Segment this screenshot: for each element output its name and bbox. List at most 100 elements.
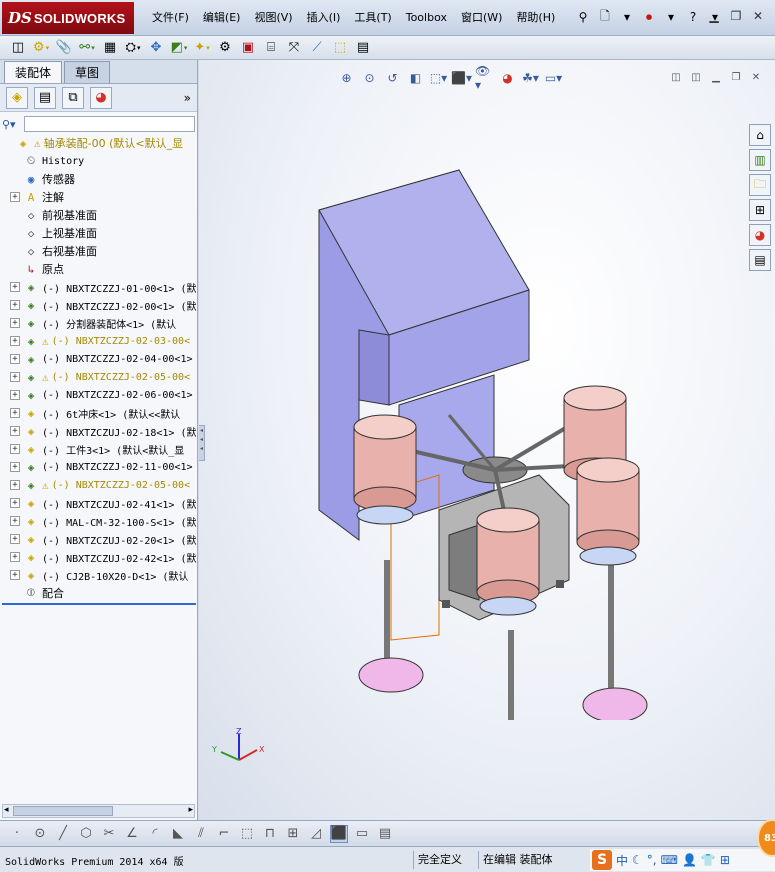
display-shaded-icon[interactable]: ⬛ <box>330 824 348 843</box>
restore-icon[interactable]: ❐ <box>729 70 743 84</box>
expand-toggle-icon[interactable]: + <box>10 192 20 202</box>
filter-icon[interactable]: ⚲▾ <box>2 118 24 131</box>
hide-show-items-icon[interactable]: 👁▾ <box>475 64 494 92</box>
circle-icon[interactable]: ⊙ <box>31 825 49 843</box>
solidworks-resources-icon[interactable]: ⌂ <box>749 124 771 146</box>
expand-toggle-icon[interactable]: + <box>10 498 20 508</box>
tree-item[interactable]: + A 注解 <box>10 188 197 206</box>
smart-fastener-icon[interactable]: ⛭ ▾ <box>123 38 143 58</box>
assembly-features-icon[interactable]: ✦ ▾ <box>192 38 212 58</box>
expand-toggle-icon[interactable]: + <box>10 516 20 526</box>
tree-item[interactable]: + ◈ (-) CJ2B-10X20-D<1> (默认 <box>10 566 197 584</box>
point-icon[interactable]: · <box>8 825 26 843</box>
file-explorer-icon[interactable]: 🗀 <box>749 174 771 196</box>
menu-tools[interactable]: 工具(T) <box>347 10 398 26</box>
instant3d-icon[interactable]: ⬚ <box>330 38 350 58</box>
tree-item[interactable]: + ◈ (-) 6t冲床<1> (默认<<默认 <box>10 404 197 422</box>
tree-item[interactable]: ⦶ 配合 <box>10 584 197 602</box>
close-icon[interactable]: ✕ <box>749 70 763 84</box>
insert-component-icon[interactable]: ⚙ ▾ <box>31 38 51 58</box>
dropdown-icon[interactable]: ▾ <box>619 8 635 26</box>
expand-toggle-icon[interactable]: + <box>10 390 20 400</box>
tree-item[interactable]: ◉ 传感器 <box>10 170 197 188</box>
tab-sketch[interactable]: 草图 <box>64 61 111 83</box>
tab-assembly[interactable]: 装配体 <box>4 61 63 83</box>
expand-toggle-icon[interactable]: + <box>10 480 20 490</box>
mate-icon[interactable]: ⚯ ▾ <box>77 38 97 58</box>
exploded-view-icon[interactable]: ⤧ <box>284 38 304 58</box>
tree-item[interactable]: + ◈ (-) NBXTZCZZJ-02-06-00<1> <box>10 386 197 404</box>
tree-item[interactable]: + ◈ ⚠ (-) NBXTZCZZJ-02-03-00< <box>10 332 197 350</box>
menu-view[interactable]: 视图(V) <box>247 10 299 26</box>
solidworks-logo[interactable]: DS SOLIDWORKS <box>2 2 134 34</box>
expand-icon[interactable]: » <box>184 91 191 105</box>
expand-toggle-icon[interactable]: + <box>10 336 20 346</box>
line-icon[interactable]: ╱ <box>54 825 72 843</box>
scroll-thumb[interactable] <box>13 806 113 816</box>
edit-appearance-icon[interactable]: ◕ <box>498 68 517 87</box>
shirt-icon[interactable]: 👕 <box>701 853 716 867</box>
ime-language[interactable]: 中 <box>616 852 628 869</box>
tree-item[interactable]: + ◈ (-) NBXTZCZZJ-02-00<1> (默 <box>10 296 197 314</box>
custom-properties-icon[interactable]: ▤ <box>749 249 771 271</box>
expand-toggle-icon[interactable]: + <box>10 318 20 328</box>
configuration-manager-icon[interactable]: ⧉ <box>62 86 84 109</box>
moon-icon[interactable]: ☾ <box>632 853 643 867</box>
tree-item[interactable]: + ◈ (-) MAL-CM-32-100-S<1> (默 <box>10 512 197 530</box>
previous-view-icon[interactable]: ↺ <box>383 68 402 87</box>
punctuation-icon[interactable]: °, <box>647 853 657 867</box>
feature-tree-icon[interactable]: ◈ <box>6 86 28 109</box>
tree-item[interactable]: + ◈ (-) 分割器装配体<1> (默认 <box>10 314 197 332</box>
tree-item[interactable]: + ◈ (-) 工件3<1> (默认<默认_显 <box>10 440 197 458</box>
expand-toggle-icon[interactable]: + <box>10 282 20 292</box>
chamfer-icon[interactable]: ◣ <box>169 825 187 843</box>
menu-toolbox[interactable]: Toolbox <box>399 10 454 26</box>
menu-edit[interactable]: 编辑(E) <box>196 10 248 26</box>
expand-toggle-icon[interactable]: + <box>10 408 20 418</box>
expand-toggle-icon[interactable]: + <box>10 444 20 454</box>
expand-toggle-icon[interactable]: + <box>10 534 20 544</box>
view-orientation-icon[interactable]: ⬚▾ <box>429 68 448 87</box>
display-style-icon[interactable]: ⬛▾ <box>451 68 472 87</box>
expand-toggle-icon[interactable]: + <box>10 372 20 382</box>
grid-menu-icon[interactable]: ⊞ <box>720 853 730 867</box>
snapshot-icon[interactable]: ▤ <box>353 38 373 58</box>
relation-icon[interactable]: ◿ <box>307 825 325 843</box>
explode-line-icon[interactable]: ⟋ <box>307 38 327 58</box>
display-manager-icon[interactable]: ◕ <box>90 86 112 109</box>
tree-item[interactable]: ↳ 原点 <box>10 260 197 278</box>
corner-icon[interactable]: ⌐ <box>215 825 233 843</box>
filter-input[interactable] <box>24 116 195 132</box>
close-icon[interactable]: ✕ <box>749 8 767 24</box>
zoom-to-fit-icon[interactable]: ⊕ <box>337 68 356 87</box>
rectangle-icon[interactable]: ⬚ <box>238 825 256 843</box>
bill-of-materials-icon[interactable]: ⌸ <box>261 38 281 58</box>
expand-toggle-icon[interactable]: + <box>10 426 20 436</box>
pattern-icon[interactable]: ▦ <box>100 38 120 58</box>
offset-icon[interactable]: ⫽ <box>192 825 210 843</box>
view-settings-icon[interactable]: ▭▾ <box>544 68 563 87</box>
sogou-logo-icon[interactable]: S <box>592 850 612 870</box>
tree-item[interactable]: + ◈ (-) NBXTZCZUJ-02-42<1> (默 <box>10 548 197 566</box>
tree-item[interactable]: ◇ 右视基准面 <box>10 242 197 260</box>
design-library-icon[interactable]: ▥ <box>749 149 771 171</box>
keyboard-icon[interactable]: ⌨ <box>661 853 678 867</box>
minimize-icon[interactable]: ▁ <box>709 70 723 84</box>
fillet-icon[interactable]: ◜ <box>146 825 164 843</box>
property-manager-icon[interactable]: ▤ <box>34 86 56 109</box>
tree-item[interactable]: ⏲ History <box>10 152 197 170</box>
menu-help[interactable]: 帮助(H) <box>509 10 562 26</box>
view-palette-icon[interactable]: ⊞ <box>749 199 771 221</box>
reference-geometry-icon[interactable]: ⚙ <box>215 38 235 58</box>
tree-item[interactable]: ◈ ⚠ 轴承装配-00 (默认<默认_显 <box>2 134 197 152</box>
scroll-right-icon[interactable]: ▸ <box>188 805 193 815</box>
tree-item[interactable]: + ◈ (-) NBXTZCZUJ-02-20<1> (默 <box>10 530 197 548</box>
graphics-area[interactable]: ◂ ◂ ◂ ⊕ ⊙ ↺ ◧ ⬚▾ ⬛▾ 👁▾ ◕ ☘▾ ▭▾ ◫ ◫ ▁ ❐ ✕ ⌂… <box>199 60 775 820</box>
tree-item[interactable]: + ◈ (-) NBXTZCZZJ-01-00<1> (默 <box>10 278 197 296</box>
scroll-left-icon[interactable]: ◂ <box>4 805 9 815</box>
section-view-icon[interactable]: ◧ <box>406 68 425 87</box>
split-view-icon[interactable]: ◫ <box>669 70 683 84</box>
skin-icon[interactable]: 👤 <box>682 853 697 867</box>
menu-file[interactable]: 文件(F) <box>145 10 196 26</box>
paperclip-icon[interactable]: 📎 <box>54 38 74 58</box>
